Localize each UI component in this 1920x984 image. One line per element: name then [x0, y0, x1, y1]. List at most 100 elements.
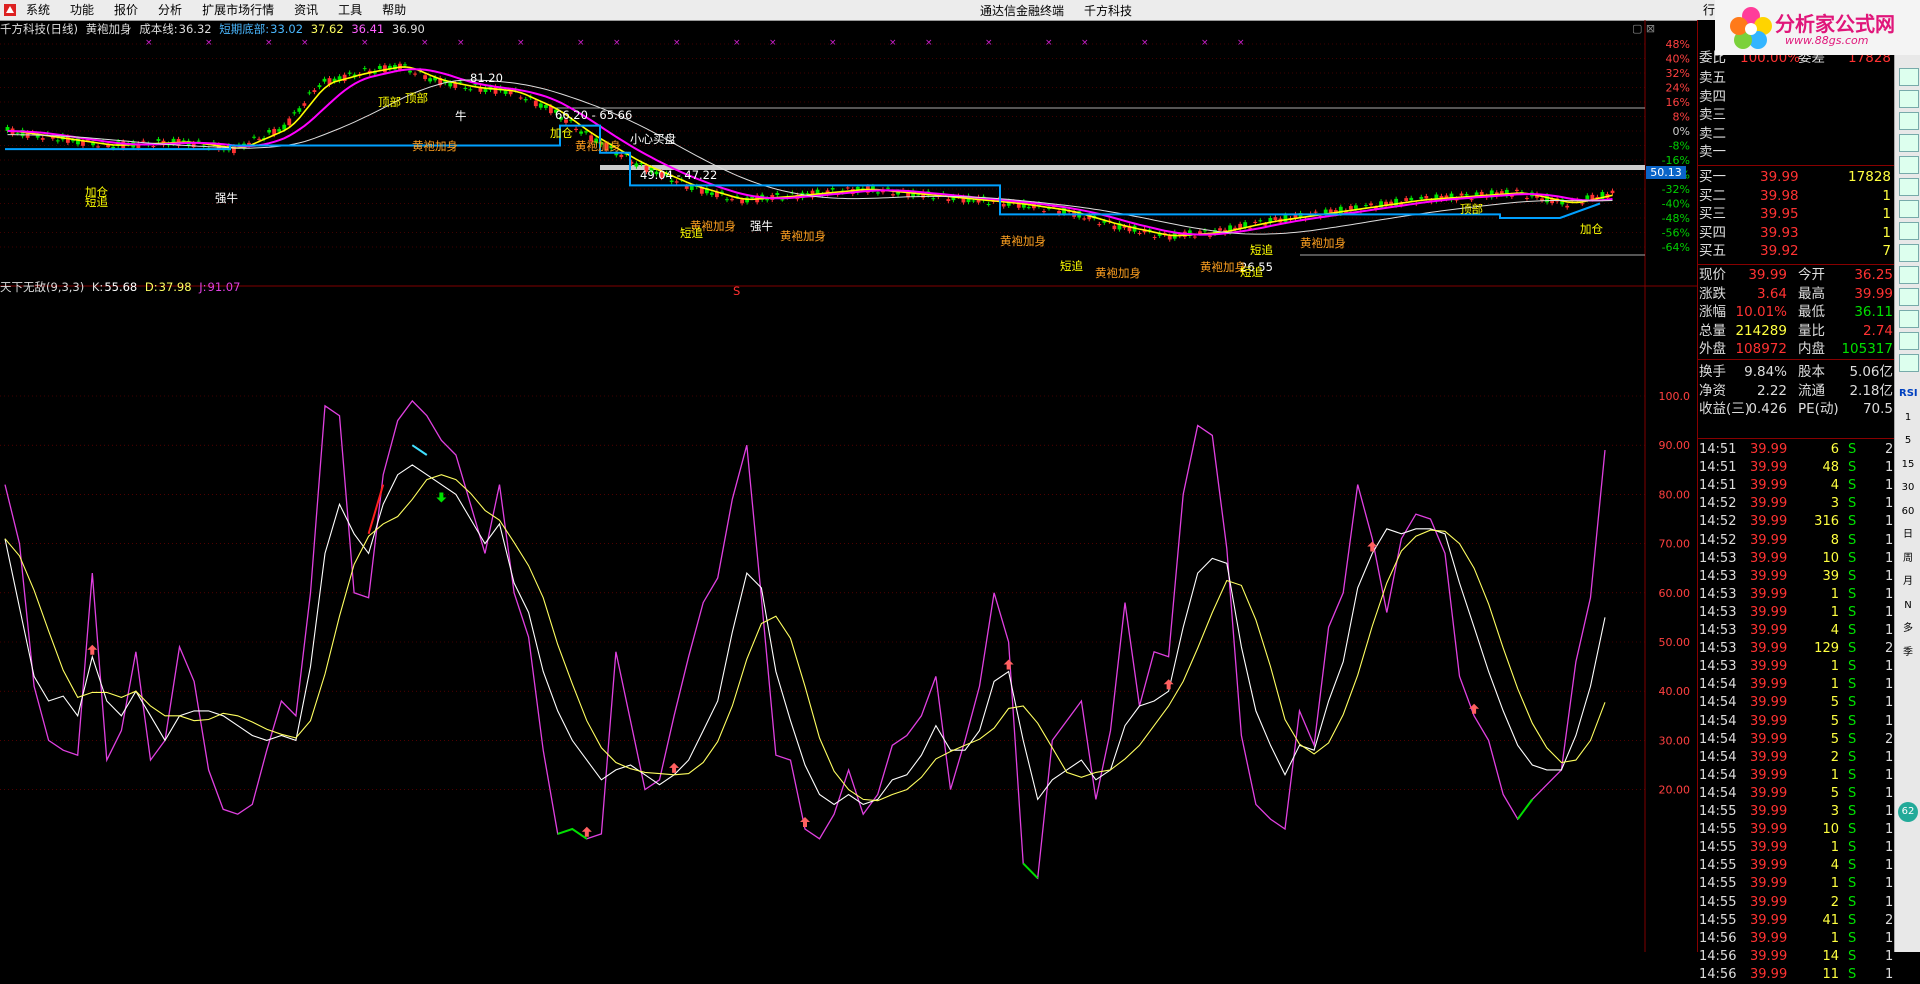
right-tab[interactable]: 行 — [1703, 1, 1715, 18]
info-icon[interactable] — [1899, 354, 1919, 372]
tick-row: 14:52 39.99 3 S 1 — [1698, 495, 1895, 513]
tick-row: 14:52 39.99 8 S 1 — [1698, 532, 1895, 550]
tick-side: S — [1848, 749, 1857, 765]
grid-icon[interactable] — [1899, 156, 1919, 174]
stat-row-5: 换手 9.84% 股本 5.06亿 — [1698, 363, 1895, 381]
tick-price: 39.99 — [1750, 713, 1788, 729]
price-label: 黄袍加身 — [412, 139, 458, 153]
notification-badge[interactable]: 62 — [1898, 802, 1918, 822]
menu-item-7[interactable]: 帮助 — [382, 2, 406, 18]
period-7[interactable]: 周 — [1899, 551, 1917, 567]
signal-marker: × — [577, 38, 585, 48]
candle-body — [1525, 197, 1529, 199]
menu-item-5[interactable]: 资讯 — [294, 2, 318, 18]
pen-icon[interactable] — [1899, 332, 1919, 350]
kdj-axis-label: 80.00 — [1659, 488, 1691, 501]
support-step-line — [5, 124, 1601, 219]
restore-icon[interactable]: ▢ — [1632, 22, 1642, 35]
candle-body — [458, 81, 463, 83]
price-label: 黄袍加身 — [1095, 266, 1141, 280]
candle-body — [1253, 221, 1258, 224]
tick-side: S — [1848, 460, 1857, 476]
stat-row-2: 涨幅 10.01% 最低 36.11 — [1698, 303, 1895, 321]
window-buttons[interactable]: ▢ ⊠ — [1632, 22, 1655, 35]
candle-body — [876, 192, 880, 194]
window-icon[interactable] — [1899, 266, 1919, 284]
list-icon[interactable] — [1899, 244, 1919, 262]
candle-body — [252, 136, 256, 138]
menu-item-6[interactable]: 工具 — [338, 2, 362, 18]
tick-count: 1 — [1885, 785, 1894, 801]
candle-body — [1424, 196, 1429, 199]
candle-body — [1082, 218, 1087, 220]
period-0[interactable]: RSI — [1899, 386, 1918, 402]
tick-row: 14:54 39.99 1 S 1 — [1698, 767, 1895, 785]
tick-side: S — [1848, 442, 1857, 457]
tick-row: 14:55 39.99 1 S 1 — [1698, 839, 1895, 857]
candlestick-icon[interactable] — [1899, 134, 1919, 152]
period-5[interactable]: 60 — [1899, 504, 1917, 520]
period-6[interactable]: 日 — [1899, 527, 1917, 543]
sell-label: 卖四 — [1699, 88, 1726, 105]
candle-body — [775, 192, 780, 195]
buy-volume: 17828 — [1848, 169, 1891, 185]
tick-count: 1 — [1885, 858, 1894, 874]
tick-side: S — [1848, 623, 1857, 638]
tick-count: 1 — [1885, 677, 1894, 693]
menu-item-4[interactable]: 扩展市场行情 — [202, 2, 274, 18]
period-8[interactable]: 月 — [1899, 574, 1917, 590]
tick-row: 14:52 39.99 316 S 1 — [1698, 513, 1895, 531]
menu-item-1[interactable]: 功能 — [70, 2, 94, 18]
chart-area[interactable]: 48%40%32%24%16%8%0%-8%-16%-24%-32%-40%-4… — [0, 20, 1697, 952]
period-1[interactable]: 1 — [1899, 410, 1917, 426]
period-4[interactable]: 30 — [1899, 480, 1917, 496]
tick-count: 1 — [1885, 532, 1894, 548]
candle-body — [584, 131, 589, 133]
period-3[interactable]: 15 — [1899, 457, 1917, 473]
period-10[interactable]: 多 — [1899, 621, 1917, 637]
d-line — [4, 474, 1606, 802]
candle-body — [1469, 199, 1474, 201]
period-2[interactable]: 5 — [1899, 433, 1917, 449]
price-label: 黄袍加身 — [1000, 234, 1046, 248]
buy-price: 39.95 — [1760, 206, 1799, 222]
settings-icon[interactable] — [1899, 288, 1919, 306]
tick-row: 14:55 39.99 2 S 1 — [1698, 894, 1895, 912]
stock-name: 千方科技(日线) — [0, 22, 78, 36]
tick-time: 14:54 — [1699, 695, 1737, 711]
arrow-down-icon[interactable] — [1899, 90, 1919, 108]
close-icon[interactable]: ⊠ — [1646, 22, 1655, 35]
line-chart-icon[interactable] — [1899, 178, 1919, 196]
zoom-icon[interactable] — [1899, 200, 1919, 218]
candle-body — [891, 194, 895, 196]
menu-item-3[interactable]: 分析 — [158, 2, 182, 18]
candle-body — [1137, 232, 1142, 234]
stat-row-1: 涨跌 3.64 最高 39.99 — [1698, 285, 1895, 303]
period-11[interactable]: 季 — [1899, 645, 1917, 661]
arrow-up-icon[interactable] — [1899, 68, 1919, 86]
period-9[interactable]: N — [1899, 598, 1917, 614]
stat-label: 内盘 — [1798, 341, 1825, 358]
tick-count: 1 — [1885, 550, 1894, 566]
bar-chart-icon[interactable] — [1899, 112, 1919, 130]
tick-time: 14:51 — [1699, 442, 1737, 457]
indicator-name: 黄袍加身 — [85, 22, 132, 36]
menu-item-2[interactable]: 报价 — [114, 2, 138, 18]
tick-count: 1 — [1885, 804, 1894, 819]
tool-strip: RSI 1 5 15 30 60 日周月 N 多季 62 — [1894, 20, 1920, 952]
tick-count: 2 — [1885, 442, 1894, 457]
candle-body — [1419, 196, 1424, 199]
search-icon[interactable] — [1899, 222, 1919, 240]
kline-chart[interactable]: 48%40%32%24%16%8%0%-8%-16%-24%-32%-40%-4… — [0, 20, 1697, 952]
k-value: 55.68 — [104, 280, 138, 294]
j-label: J: — [199, 280, 207, 294]
menu-item-0[interactable]: 系统 — [26, 2, 50, 18]
tick-count: 1 — [1885, 659, 1894, 675]
candle-body — [1479, 191, 1484, 196]
candle-body — [986, 204, 991, 206]
tick-row: 14:55 39.99 41 S 2 — [1698, 912, 1895, 930]
candle-body — [196, 140, 201, 142]
tick-time: 14:52 — [1699, 514, 1737, 530]
refresh-icon[interactable] — [1899, 310, 1919, 328]
stat-label: 流通 — [1798, 382, 1825, 399]
